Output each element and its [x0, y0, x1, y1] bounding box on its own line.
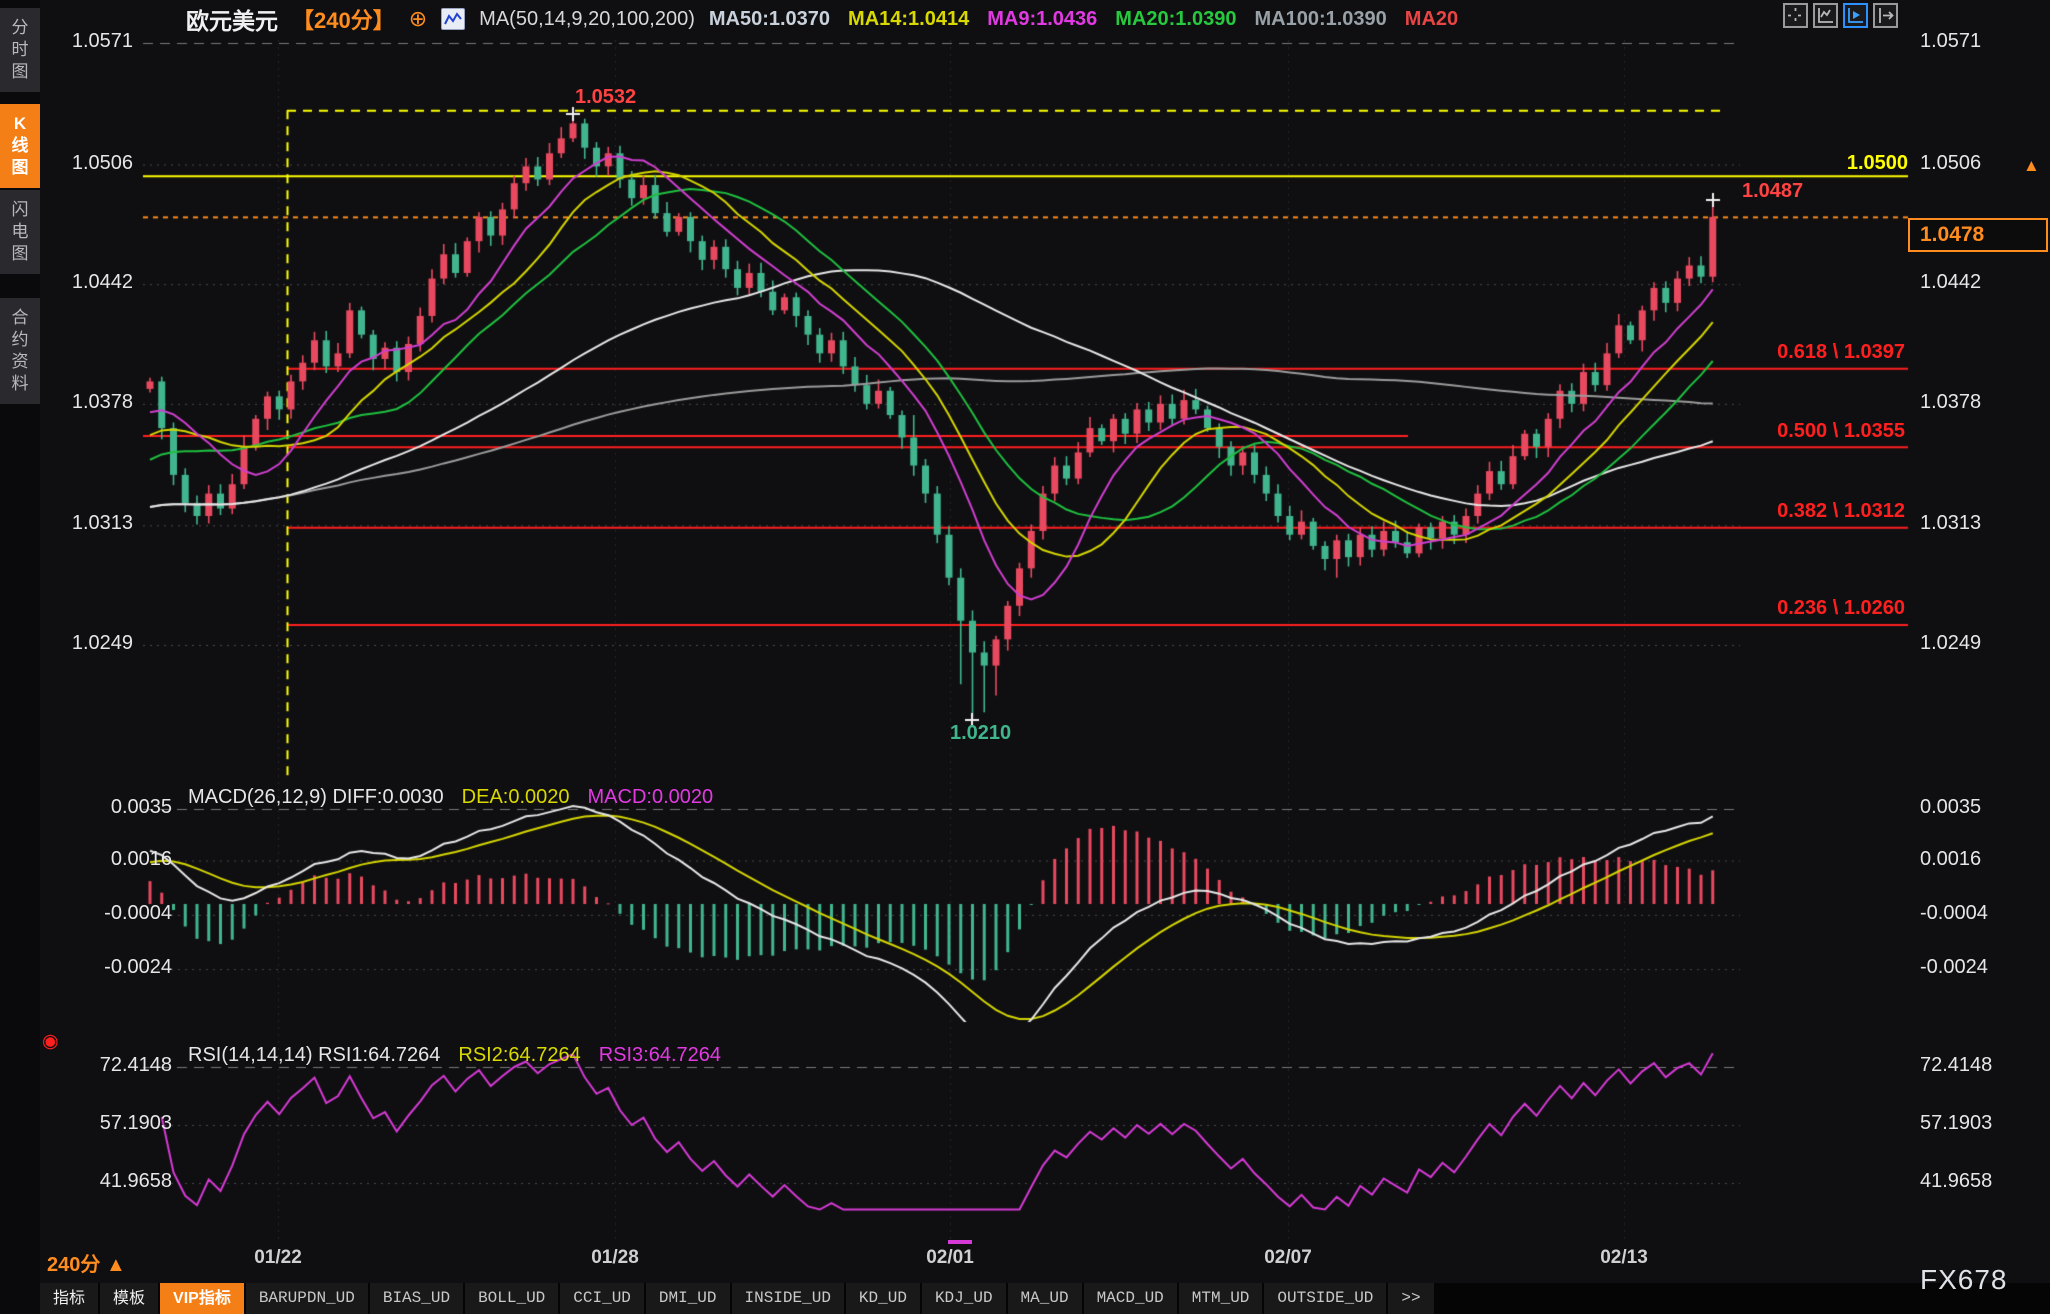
- rsi-tick: 57.1903: [100, 1112, 172, 1135]
- date-tick: 02/07: [1243, 1247, 1333, 1269]
- rsi-tick: 72.4148: [100, 1054, 172, 1077]
- macd-tick: 0.0035: [1920, 796, 1981, 819]
- sidebar-item[interactable]: 闪电图: [0, 190, 40, 274]
- price-annotation: 1.0487: [1742, 180, 1803, 203]
- axes-chart-icon[interactable]: [1813, 3, 1838, 28]
- price-annotation: 1.0532: [575, 86, 636, 109]
- title-bar: 欧元美元 【240分】 ⊕ MA(50,14,9,20,100,200) MA5…: [186, 4, 1458, 34]
- indicator-tab-bar: 指标模板VIP指标BARUPDN_UDBIAS_UDBOLL_UDCCI_UDD…: [40, 1283, 2050, 1314]
- interval-label: 【240分】: [292, 3, 395, 35]
- sidebar: 分时图 K线图 闪电图 合约资料: [0, 0, 40, 1314]
- indicator-tab[interactable]: BARUPDN_UD: [246, 1283, 368, 1314]
- macd-tick: 0.0035: [111, 796, 172, 819]
- price-tick: 1.0249: [1920, 632, 1981, 655]
- date-tick: 02/01: [905, 1247, 995, 1269]
- indicator-tab[interactable]: KDJ_UD: [922, 1283, 1006, 1314]
- sidebar-item[interactable]: 分时图: [0, 8, 40, 92]
- date-highlight-mark: [948, 1240, 972, 1244]
- chart-type-icon[interactable]: [441, 8, 465, 30]
- sidebar-item[interactable]: K线图: [0, 104, 40, 188]
- fib-label: 0.500 \ 1.0355: [1777, 420, 1905, 443]
- macd-tick: -0.0004: [1920, 902, 1988, 925]
- date-tick: 01/28: [570, 1247, 660, 1269]
- macd-header-item: MACD(26,12,9) DIFF:0.0030: [188, 786, 444, 809]
- axes-play-icon[interactable]: [1843, 3, 1868, 28]
- watermark: FX678: [1920, 1264, 2008, 1296]
- price-tick: 1.0313: [1920, 512, 1981, 535]
- resistance-price-label: 1.0500: [1847, 152, 1908, 175]
- indicator-tab[interactable]: MACD_UD: [1084, 1283, 1177, 1314]
- add-indicator-icon[interactable]: ⊕: [409, 6, 427, 32]
- date-tick: 01/22: [233, 1247, 323, 1269]
- rsi-header-item: RSI2:64.7264: [458, 1044, 580, 1067]
- price-annotation: 1.0210: [950, 722, 1011, 745]
- sidebar-item[interactable]: 合约资料: [0, 298, 40, 404]
- price-tick: 1.0378: [1920, 391, 1981, 414]
- price-tick: 1.0571: [72, 30, 133, 53]
- macd-header-item: MACD:0.0020: [588, 786, 714, 809]
- ma-legend-item: MA20:1.0390: [1115, 8, 1236, 31]
- scroll-latest-arrow-icon[interactable]: ▲: [2023, 156, 2040, 176]
- price-tick: 1.0249: [72, 632, 133, 655]
- up-triangle-icon: ▲: [106, 1254, 126, 1276]
- rsi-tick: 41.9658: [100, 1170, 172, 1193]
- price-tick: 1.0506: [1920, 152, 1981, 175]
- price-tick: 1.0378: [72, 391, 133, 414]
- exit-right-icon[interactable]: [1873, 3, 1898, 28]
- ma-legend-item: MA50:1.0370: [709, 8, 830, 31]
- price-tick: 1.0313: [72, 512, 133, 535]
- indicator-tab[interactable]: CCI_UD: [560, 1283, 644, 1314]
- price-tick: 1.0506: [72, 152, 133, 175]
- alert-icon[interactable]: ◉: [42, 1030, 59, 1053]
- rsi-tick: 41.9658: [1920, 1170, 1992, 1193]
- ma-legend-item: MA9:1.0436: [987, 8, 1097, 31]
- ma-legend: MA50:1.0370 MA14:1.0414 MA9:1.0436 MA20:1.0…: [709, 8, 1458, 31]
- rsi-tick: 57.1903: [1920, 1112, 1992, 1135]
- ma-legend-item: MA20: [1405, 8, 1458, 31]
- footer-interval-label[interactable]: 240分 ▲: [47, 1248, 126, 1277]
- current-price-box: 1.0478: [1908, 218, 2048, 252]
- rsi-header: RSI(14,14,14) RSI1:64.7264 RSI2:64.7264 RS…: [188, 1044, 721, 1067]
- trading-app: 分时图 K线图 闪电图 合约资料 欧元美元 【240分】 ⊕ MA(50,14,…: [0, 0, 2050, 1314]
- fib-label: 0.236 \ 1.0260: [1777, 597, 1905, 620]
- rsi-tick: 72.4148: [1920, 1054, 1992, 1077]
- macd-tick: -0.0024: [104, 956, 172, 979]
- indicator-tab[interactable]: 指标: [40, 1283, 98, 1314]
- indicator-tab[interactable]: BOLL_UD: [465, 1283, 558, 1314]
- ma-legend-item: MA100:1.0390: [1254, 8, 1386, 31]
- pan-icon[interactable]: [1783, 3, 1808, 28]
- indicator-tab[interactable]: MA_UD: [1008, 1283, 1082, 1314]
- price-tick: 1.0442: [72, 271, 133, 294]
- date-tick: 02/13: [1579, 1247, 1669, 1269]
- indicator-tab[interactable]: >>: [1388, 1283, 1433, 1314]
- indicator-tab[interactable]: DMI_UD: [646, 1283, 730, 1314]
- fib-label: 0.618 \ 1.0397: [1777, 341, 1905, 364]
- ma-legend-item: MA14:1.0414: [848, 8, 969, 31]
- price-tick: 1.0571: [1920, 30, 1981, 53]
- indicator-tab[interactable]: 模板: [100, 1283, 158, 1314]
- macd-tick: 0.0016: [1920, 848, 1981, 871]
- rsi-header-item: RSI3:64.7264: [599, 1044, 721, 1067]
- indicator-tab[interactable]: BIAS_UD: [370, 1283, 463, 1314]
- macd-tick: -0.0024: [1920, 956, 1988, 979]
- fib-label: 0.382 \ 1.0312: [1777, 500, 1905, 523]
- ma-settings-label: MA(50,14,9,20,100,200): [479, 8, 695, 31]
- macd-tick: -0.0004: [104, 902, 172, 925]
- indicator-tab[interactable]: VIP指标: [160, 1283, 244, 1314]
- indicator-tab[interactable]: MTM_UD: [1179, 1283, 1263, 1314]
- macd-header-item: DEA:0.0020: [462, 786, 570, 809]
- rsi-header-item: RSI(14,14,14) RSI1:64.7264: [188, 1044, 440, 1067]
- indicator-tab[interactable]: OUTSIDE_UD: [1264, 1283, 1386, 1314]
- price-tick: 1.0442: [1920, 271, 1981, 294]
- chart-window-controls: [1783, 3, 1898, 28]
- indicator-tab[interactable]: KD_UD: [846, 1283, 920, 1314]
- indicator-tab[interactable]: INSIDE_UD: [732, 1283, 844, 1314]
- macd-tick: 0.0016: [111, 848, 172, 871]
- symbol-title: 欧元美元: [186, 2, 278, 36]
- macd-header: MACD(26,12,9) DIFF:0.0030 DEA:0.0020 MACD:…: [188, 786, 713, 809]
